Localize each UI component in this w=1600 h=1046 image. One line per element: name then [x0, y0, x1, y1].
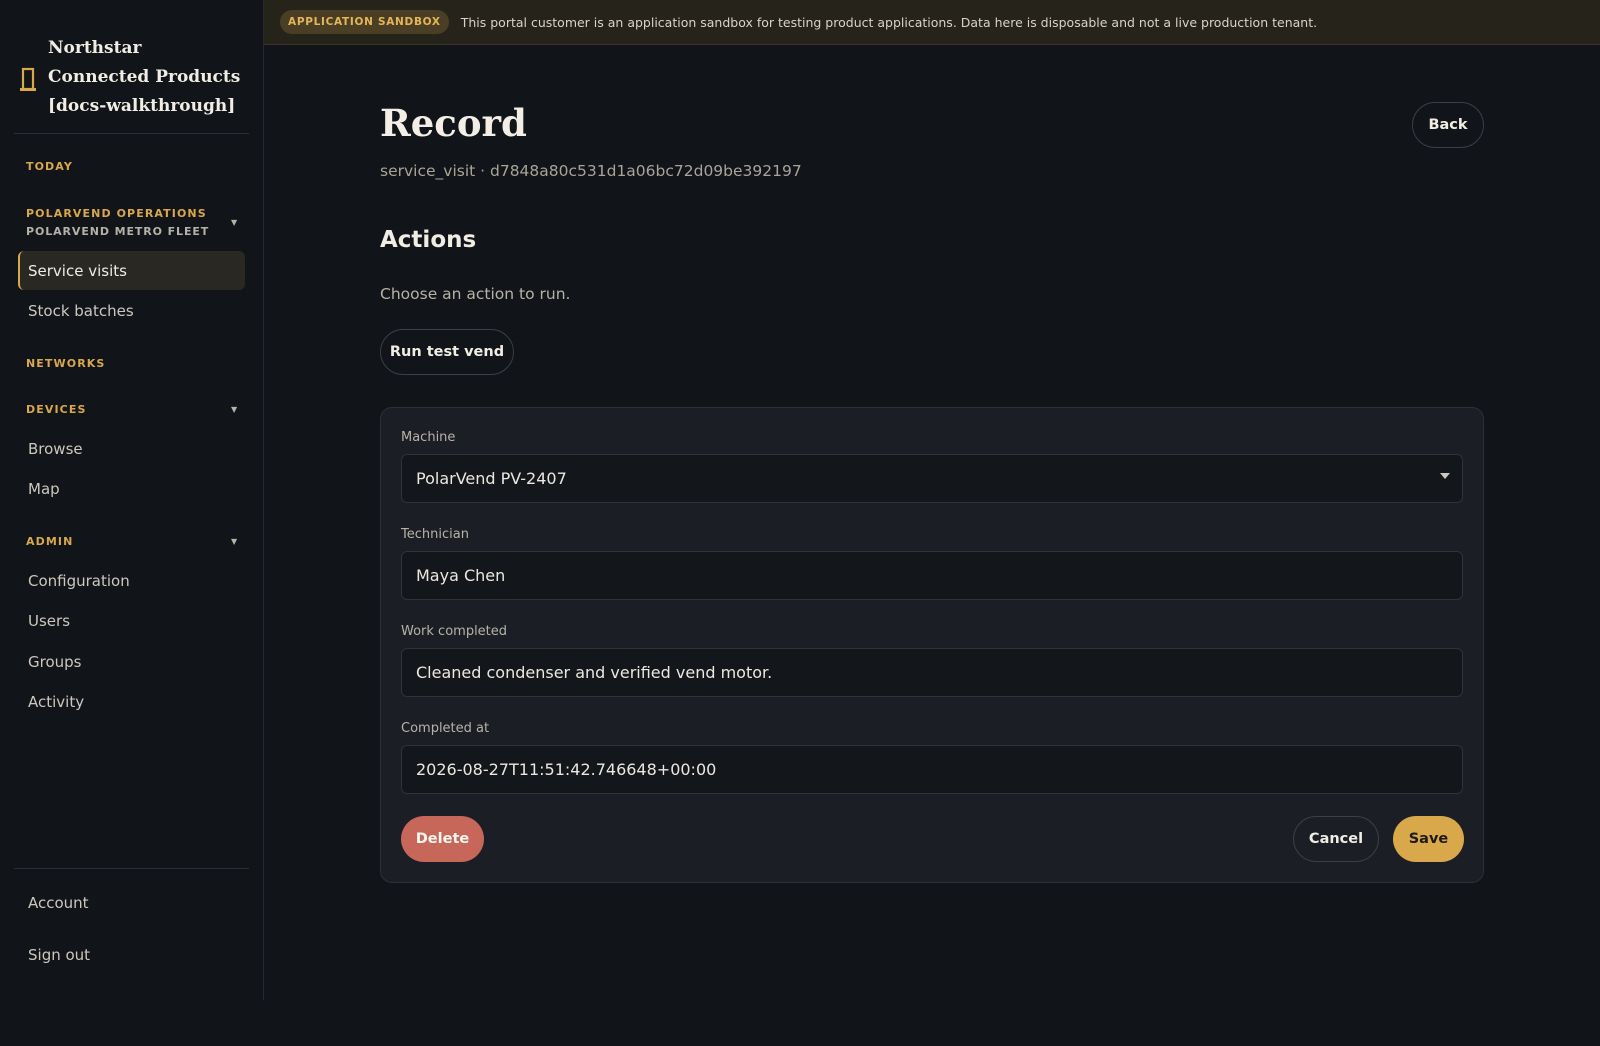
sidebar-item-configuration[interactable]: Configuration	[18, 561, 245, 600]
chevron-down-icon[interactable]: ▼	[231, 405, 237, 414]
sidebar-item-groups[interactable]: Groups	[18, 642, 245, 681]
sandbox-banner: APPLICATION SANDBOX This portal customer…	[264, 0, 1600, 45]
section-admin[interactable]: ADMIN	[26, 535, 73, 548]
record-identifier: service_visit · d7848a80c531d1a06bc72d09…	[380, 162, 802, 180]
section-devices[interactable]: DEVICES	[26, 403, 86, 416]
record-form: Machine PolarVend PV-2407 Technician May…	[380, 407, 1484, 883]
sidebar-item-service-visits[interactable]: Service visits	[18, 251, 245, 290]
machine-select-value: PolarVend PV-2407	[416, 469, 567, 488]
section-networks[interactable]: NETWORKS	[26, 357, 105, 370]
sidebar-item-map[interactable]: Map	[18, 469, 245, 508]
sandbox-badge: APPLICATION SANDBOX	[280, 10, 449, 34]
actions-description: Choose an action to run.	[380, 285, 571, 303]
back-button[interactable]: Back	[1412, 102, 1484, 148]
section-org[interactable]: POLARVEND OPERATIONS	[26, 207, 207, 220]
sidebar-item-sign-out[interactable]: Sign out	[18, 935, 245, 974]
brand[interactable]: Northstar Connected Products [docs-walkt…	[18, 34, 248, 121]
section-today[interactable]: TODAY	[26, 160, 73, 173]
work-completed-field[interactable]: Cleaned condenser and verified vend moto…	[401, 648, 1463, 697]
chevron-down-icon	[1440, 473, 1450, 479]
sidebar-item-users[interactable]: Users	[18, 601, 245, 640]
sidebar-item-stock-batches[interactable]: Stock batches	[18, 291, 245, 330]
sidebar-item-activity[interactable]: Activity	[18, 682, 245, 721]
chevron-down-icon[interactable]: ▼	[231, 218, 237, 227]
brand-name: Northstar Connected Products [docs-walkt…	[48, 38, 241, 116]
completed-at-field[interactable]: 2026-08-27T11:51:42.746648+00:00	[401, 745, 1463, 794]
machine-label: Machine	[401, 430, 456, 445]
technician-field[interactable]: Maya Chen	[401, 551, 1463, 600]
completed-at-value: 2026-08-27T11:51:42.746648+00:00	[416, 760, 717, 779]
sidebar: Northstar Connected Products [docs-walkt…	[0, 0, 264, 1000]
app: Northstar Connected Products [docs-walkt…	[0, 0, 1600, 1046]
actions-heading: Actions	[380, 227, 477, 253]
run-test-vend-button[interactable]: Run test vend	[380, 329, 514, 375]
technician-label: Technician	[401, 527, 469, 542]
sidebar-item-account[interactable]: Account	[18, 883, 245, 922]
sandbox-banner-text: This portal customer is an application s…	[460, 14, 1318, 30]
chevron-down-icon[interactable]: ▼	[231, 537, 237, 546]
technician-value: Maya Chen	[416, 566, 506, 585]
sidebar-item-browse[interactable]: Browse	[18, 429, 245, 468]
completed-at-label: Completed at	[401, 721, 490, 736]
sidebar-divider	[14, 868, 249, 869]
section-org-sub: POLARVEND METRO FLEET	[26, 225, 210, 238]
delete-button[interactable]: Delete	[401, 816, 484, 862]
page-title: Record	[380, 101, 527, 145]
vending-machine-icon	[20, 67, 36, 91]
machine-select[interactable]: PolarVend PV-2407	[401, 454, 1463, 503]
work-completed-value: Cleaned condenser and verified vend moto…	[416, 663, 773, 682]
work-completed-label: Work completed	[401, 624, 508, 639]
cancel-button[interactable]: Cancel	[1293, 816, 1379, 862]
save-button[interactable]: Save	[1393, 816, 1464, 862]
sidebar-divider	[14, 133, 249, 134]
